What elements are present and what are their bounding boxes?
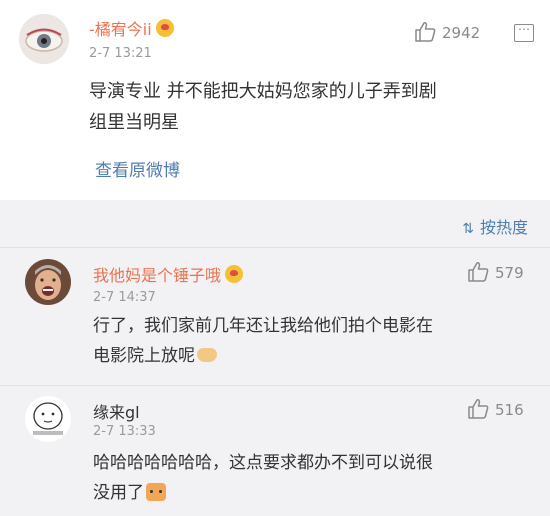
sort-icon: ⇅ — [462, 221, 474, 237]
sort-by-hot-button[interactable]: ⇅ 按热度 — [462, 214, 528, 238]
comment-like-button[interactable]: 579 — [467, 262, 524, 282]
post-text-line: 组里当明星 — [89, 112, 179, 133]
comment-username[interactable]: 缘来gl — [93, 399, 140, 423]
comment-text: 行了，我们家前几年还让我给他们拍个电影在 电影院上放呢 — [93, 311, 533, 371]
thumbs-up-icon — [468, 399, 489, 419]
view-original-link[interactable]: 查看原微博 — [95, 156, 180, 181]
thumbs-up-icon — [415, 22, 436, 42]
comment-like-count: 516 — [495, 401, 524, 419]
comment-text-line: 没用了 — [93, 478, 533, 508]
post-like-count: 2942 — [442, 24, 481, 42]
laughing-man-avatar-image — [25, 259, 71, 305]
clapping-hands-emoji-icon — [197, 348, 217, 362]
vip-badge-icon — [155, 19, 174, 37]
doodle-face-avatar-image — [25, 396, 71, 442]
vip-badge-icon — [225, 265, 244, 283]
eye-avatar-image — [19, 14, 69, 64]
comment-username-text[interactable]: 缘来gl — [93, 403, 140, 422]
post-text: 导演专业 并不能把大姑妈您家的儿子弄到剧 组里当明星 — [89, 76, 529, 138]
comment-text-line-content: 没用了 — [93, 483, 144, 503]
report-icon[interactable] — [514, 19, 534, 42]
divider — [0, 385, 550, 386]
comment-username-text[interactable]: 我他妈是个锤子哦 — [93, 266, 221, 285]
post-username[interactable]: -橘宥今ii — [89, 16, 174, 40]
comment-avatar[interactable] — [25, 259, 71, 305]
comment-text-line: 哈哈哈哈哈哈哈，这点要求都办不到可以说很 — [93, 453, 433, 473]
post-text-line: 导演专业 并不能把大姑妈您家的儿子弄到剧 — [89, 81, 437, 102]
comment-timestamp: 2-7 14:37 — [93, 290, 156, 305]
comment-avatar[interactable] — [25, 396, 71, 442]
comment-text-line: 行了，我们家前几年还让我给他们拍个电影在 — [93, 316, 433, 336]
post-avatar[interactable] — [19, 14, 69, 64]
comment-username[interactable]: 我他妈是个锤子哦 — [93, 262, 244, 286]
comment-text-line: 电影院上放呢 — [93, 341, 533, 371]
thumbs-up-icon — [468, 262, 489, 282]
post-like-button[interactable]: 2942 — [414, 22, 480, 42]
comment-timestamp: 2-7 13:33 — [93, 424, 156, 439]
post-username-text[interactable]: -橘宥今ii — [89, 20, 152, 39]
sort-label: 按热度 — [479, 218, 528, 237]
comment-like-button[interactable]: 516 — [467, 399, 524, 419]
divider — [0, 247, 550, 248]
comment-text: 哈哈哈哈哈哈哈，这点要求都办不到可以说很 没用了 — [93, 448, 533, 508]
comment-text-line-content: 电影院上放呢 — [93, 346, 195, 366]
cat-face-emoji-icon — [146, 483, 166, 501]
comment-like-count: 579 — [495, 264, 524, 282]
post-timestamp: 2-7 13:21 — [89, 46, 152, 61]
original-post: -橘宥今ii 2-7 13:21 2942 导演专业 并不能把大姑妈您家的儿子弄… — [0, 0, 550, 200]
